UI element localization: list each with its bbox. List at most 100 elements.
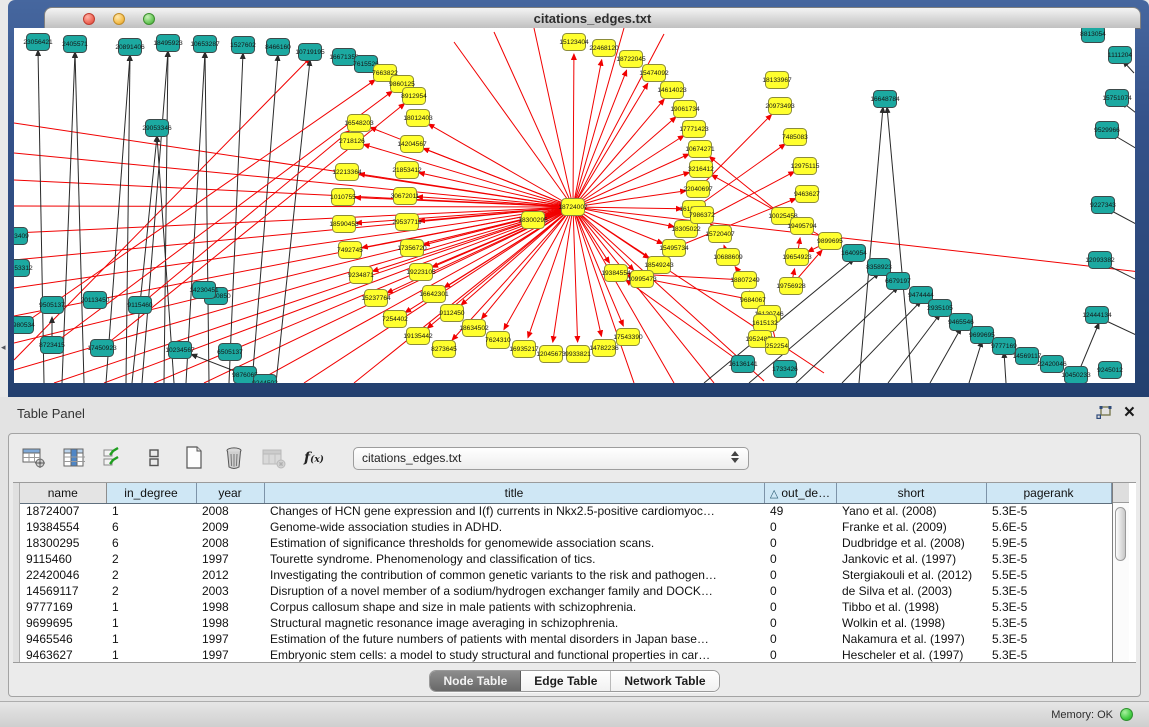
table-cell[interactable]: 0 [764,519,836,535]
graph-node[interactable]: 8273645 [431,341,457,358]
graph-node[interactable]: 20553312 [14,260,33,277]
table-cell[interactable]: 0 [764,631,836,647]
table-source-select[interactable]: citations_edges.txt [353,447,749,470]
zoom-window-button[interactable] [143,13,155,25]
graph-node[interactable]: 17450923 [87,340,117,357]
graph-node[interactable]: 7485083 [782,129,808,146]
column-header-short[interactable]: short [836,483,986,503]
graph-node[interactable]: 2935105 [927,300,953,317]
table-cell[interactable]: 2 [106,583,196,599]
graph-node[interactable]: 15720407 [705,226,735,243]
graph-node[interactable]: 9245012 [1097,362,1123,379]
table-cell[interactable]: Disruption of a novel member of a sodium… [264,583,764,599]
graph-node[interactable]: 17543390 [613,329,643,346]
table-cell[interactable]: 1997 [196,551,264,567]
table-settings-icon[interactable] [21,445,47,471]
table-cell[interactable]: 2008 [196,535,264,551]
graph-node[interactable]: 17356720 [397,240,427,257]
graph-node[interactable]: 1615132 [752,315,778,332]
graph-node[interactable]: 16136141 [728,356,758,373]
graph-node[interactable]: 20973493 [765,98,795,115]
table-cell[interactable]: 5.3E-5 [986,599,1111,615]
table-cell[interactable]: 49 [764,503,836,519]
graph-node[interactable]: 10234567 [165,342,195,359]
graph-node[interactable]: 18012403 [403,110,433,127]
table-cell[interactable]: 9115460 [20,551,106,567]
close-window-button[interactable] [83,13,95,25]
graph-node[interactable]: 9899695 [817,233,843,250]
tab-edge-table[interactable]: Edge Table [521,671,611,691]
table-cell[interactable]: 5.6E-5 [986,519,1111,535]
table-cell[interactable]: Corpus callosum shape and size in male p… [264,599,764,615]
graph-node[interactable]: 12213364 [332,164,362,181]
graph-node[interactable]: 18590453 [329,216,359,233]
close-panel-icon[interactable]: × [1124,405,1135,421]
graph-node[interactable]: 1111204 [1108,47,1133,64]
network-window-titlebar[interactable]: citations_edges.txt [44,7,1141,29]
table-cell[interactable]: Dudbridge et al. (2008) [836,535,986,551]
row-select-icon[interactable] [101,445,127,471]
graph-node[interactable]: 1733426 [772,361,798,378]
graph-node[interactable]: 1010755 [330,189,356,206]
graph-node[interactable]: 10719195 [295,44,325,61]
graph-node[interactable]: 18300295 [518,212,548,229]
table-cell[interactable]: 2012 [196,567,264,583]
graph-node[interactable]: 9777169 [991,338,1017,355]
graph-node[interactable]: 9463627 [794,186,820,203]
graph-node[interactable]: 23056421 [23,34,53,51]
graph-node[interactable]: 9529966 [1094,122,1120,139]
table-cell[interactable]: Wolkin et al. (1998) [836,615,986,631]
column-header-pagerank[interactable]: pagerank [986,483,1111,503]
graph-node[interactable]: 29053346 [142,120,172,137]
table-cell[interactable]: 1 [106,647,196,663]
table-cell[interactable]: 9699695 [20,615,106,631]
graph-node[interactable]: 9112450 [439,305,465,322]
table-row[interactable]: 977716911998Corpus callosum shape and si… [20,599,1111,615]
table-cell[interactable]: 9777169 [20,599,106,615]
graph-node[interactable]: 10653287 [190,36,220,53]
graph-node[interactable]: 18634502 [459,320,489,337]
table-cell[interactable]: 9465546 [20,631,106,647]
graph-node[interactable]: 9699695 [969,327,995,344]
table-row[interactable]: 1456911722003Disruption of a novel membe… [20,583,1111,599]
graph-node[interactable]: 8912954 [401,88,427,105]
new-table-icon[interactable] [181,445,207,471]
graph-node[interactable]: 12093382 [1085,252,1115,269]
graph-node[interactable]: 9115460 [127,297,153,314]
tab-node-table[interactable]: Node Table [430,671,521,691]
tab-network-table[interactable]: Network Table [611,671,718,691]
table-cell[interactable]: 5.3E-5 [986,647,1111,663]
graph-node[interactable]: 12045673 [536,346,566,363]
graph-node[interactable]: 16935217 [509,341,539,358]
graph-node[interactable]: 21853412 [392,162,422,179]
graph-node[interactable]: 14782236 [589,340,619,357]
table-mode-icon[interactable] [141,445,167,471]
table-cell[interactable]: Jankovic et al. (1997) [836,551,986,567]
graph-node[interactable]: 16648784 [870,91,900,108]
graph-node[interactable]: 19756928 [776,278,806,295]
graph-node[interactable]: 22040697 [683,181,713,198]
graph-node[interactable]: 20891406 [115,39,145,56]
table-cell[interactable]: 1998 [196,599,264,615]
graph-node[interactable]: 16642301 [419,286,449,303]
table-row[interactable]: 1938455462009Genome-wide association stu… [20,519,1111,535]
graph-node[interactable]: 1733409 [14,228,29,245]
table-cell[interactable]: 22420046 [20,567,106,583]
graph-node[interactable]: 14230451 [189,282,219,299]
graph-node[interactable]: 15123404 [559,34,589,51]
graph-node[interactable]: 30672011 [391,188,420,205]
graph-node[interactable]: 252254 [766,338,789,355]
table-cell[interactable]: 1 [106,599,196,615]
graph-node[interactable]: 2405571 [62,36,88,53]
graph-node[interactable]: 3216412 [688,161,714,178]
column-header-title[interactable]: title [264,483,764,503]
graph-node[interactable]: 29537719 [392,214,422,231]
graph-node[interactable]: 10450233 [1061,367,1091,384]
table-cell[interactable]: 1998 [196,615,264,631]
table-row[interactable]: 1830029562008Estimation of significance … [20,535,1111,551]
citation-graph[interactable]: 2305642124055712089140618495923106532871… [14,28,1135,383]
table-cell[interactable]: 5.3E-5 [986,551,1111,567]
table-row[interactable]: 946362711997Embryonic stem cells: a mode… [20,647,1111,663]
table-row[interactable]: 2242004622012Investigating the contribut… [20,567,1111,583]
graph-node[interactable]: 10995473 [627,271,657,288]
